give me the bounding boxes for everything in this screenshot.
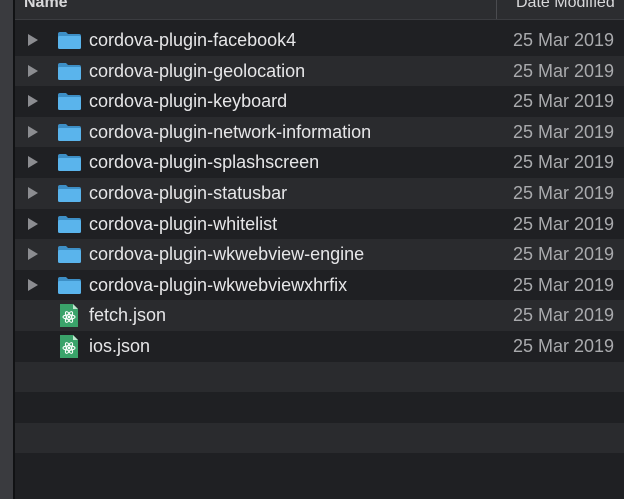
folder-icon (58, 62, 81, 80)
json-file-icon (60, 304, 78, 328)
folder-icon (58, 32, 81, 49)
disclosure-triangle-icon[interactable] (28, 64, 38, 77)
disclosure-triangle-icon[interactable] (28, 217, 38, 230)
folder-icon (58, 246, 81, 264)
item-name: fetch.json (89, 305, 167, 326)
disclosure-triangle-icon[interactable] (28, 156, 38, 169)
disclosure-triangle-icon[interactable] (28, 278, 38, 291)
item-name: cordova-plugin-network-information (89, 121, 372, 142)
folder-row[interactable]: cordova-plugin-splashscreen 25 Mar 2019 (15, 147, 624, 178)
empty-row (15, 361, 624, 393)
item-name: cordova-plugin-splashscreen (89, 152, 320, 173)
item-date-modified: 25 Mar 2019 (513, 182, 615, 203)
empty-row (15, 453, 624, 484)
folder-icon (58, 215, 81, 233)
folder-icon (58, 123, 81, 141)
item-name: cordova-plugin-whitelist (89, 213, 278, 234)
folder-row[interactable]: cordova-plugin-whitelist 25 Mar 2019 (15, 208, 624, 240)
item-date-modified: 25 Mar 2019 (513, 213, 615, 234)
folder-icon (58, 93, 81, 111)
disclosure-triangle-icon[interactable] (28, 95, 38, 108)
disclosure-triangle-icon[interactable] (28, 186, 38, 199)
item-date-modified: 25 Mar 2019 (513, 244, 615, 265)
folder-row[interactable]: cordova-plugin-wkwebview-engine 25 Mar 20… (15, 239, 624, 270)
disclosure-triangle-icon[interactable] (28, 248, 38, 261)
folder-row[interactable]: cordova-plugin-geolocation 25 Mar 2019 (15, 55, 624, 87)
file-row[interactable]: fetch.json 25 Mar 2019 (15, 300, 624, 331)
column-header-date-modified[interactable]: Date Modified (516, 0, 615, 12)
item-date-modified: 25 Mar 2019 (513, 152, 615, 173)
folder-icon (58, 154, 81, 172)
item-name: cordova-plugin-statusbar (89, 182, 288, 203)
folder-row[interactable]: cordova-plugin-facebook4 25 Mar 2019 (15, 25, 624, 56)
file-row[interactable]: ios.json 25 Mar 2019 (15, 330, 624, 362)
item-date-modified: 25 Mar 2019 (513, 305, 615, 326)
column-header-bar: Name ⌃ Date Modified (15, 0, 624, 20)
finder-list-view: Name ⌃ Date Modified cordova-plugin-face… (0, 0, 624, 499)
folder-icon (58, 184, 81, 202)
folder-row[interactable]: cordova-plugin-statusbar 25 Mar 2019 (15, 177, 624, 209)
sidebar-edge (0, 0, 13, 499)
disclosure-triangle-icon[interactable] (28, 34, 38, 46)
item-date-modified: 25 Mar 2019 (513, 30, 615, 50)
file-list: cordova-plugin-facebook4 25 Mar 2019 cordo… (15, 25, 624, 484)
empty-row (15, 422, 624, 454)
folder-icon (58, 276, 81, 294)
item-date-modified: 25 Mar 2019 (513, 60, 615, 81)
column-header-name[interactable]: Name (24, 0, 68, 12)
sort-indicator-icon: ⌃ (471, 0, 485, 11)
folder-row[interactable]: cordova-plugin-keyboard 25 Mar 2019 (15, 86, 624, 117)
item-name: ios.json (89, 335, 151, 356)
folder-row[interactable]: cordova-plugin-network-information 25 Mar… (15, 116, 624, 148)
item-date-modified: 25 Mar 2019 (513, 274, 615, 295)
item-date-modified: 25 Mar 2019 (513, 91, 615, 112)
json-file-icon (60, 334, 78, 358)
item-date-modified: 25 Mar 2019 (513, 121, 615, 142)
column-resize-handle[interactable] (496, 0, 497, 19)
empty-row (15, 392, 624, 423)
item-name: cordova-plugin-keyboard (89, 91, 288, 112)
item-name: cordova-plugin-geolocation (89, 60, 306, 81)
item-date-modified: 25 Mar 2019 (513, 335, 615, 356)
folder-row[interactable]: cordova-plugin-wkwebviewxhrfix 25 Mar 201… (15, 269, 624, 301)
item-name: cordova-plugin-facebook4 (89, 30, 297, 50)
item-name: cordova-plugin-wkwebview-engine (89, 244, 365, 265)
item-name: cordova-plugin-wkwebviewxhrfix (89, 274, 348, 295)
disclosure-triangle-icon[interactable] (28, 125, 38, 138)
